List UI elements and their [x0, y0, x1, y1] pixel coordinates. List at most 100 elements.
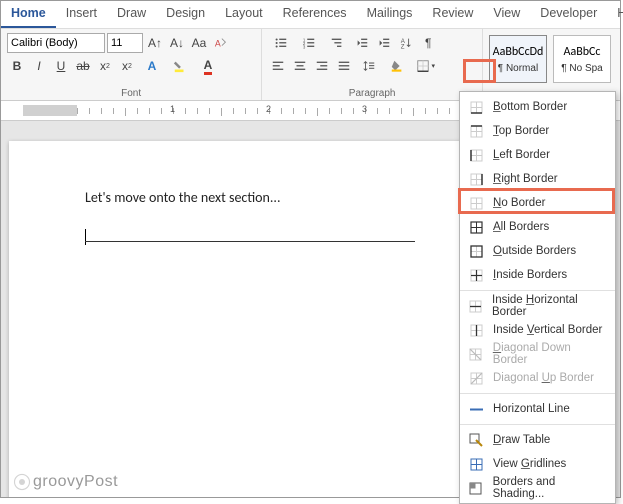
hline-icon [468, 401, 484, 417]
border-menu-label: Borders and Shading... [493, 476, 607, 500]
paragraph-group-label: Paragraph [268, 87, 476, 100]
grid-icon [468, 456, 484, 472]
border-menu-left[interactable]: Left Border [460, 143, 615, 167]
align-right-icon[interactable] [312, 56, 332, 76]
borders-button[interactable]: ▾ [412, 56, 438, 76]
left-icon [468, 147, 484, 163]
clear-format-icon[interactable]: A [211, 33, 231, 53]
change-case-icon[interactable]: Aa [189, 33, 209, 53]
watermark: groovyPost [13, 473, 118, 491]
line-spacing-icon[interactable] [356, 56, 382, 76]
numbering-icon[interactable]: 123 [296, 33, 322, 53]
border-menu-inside[interactable]: Inside Borders [460, 263, 615, 287]
diag-down-icon [468, 346, 484, 362]
style-nospa[interactable]: AaBbCc¶ No Spa [553, 35, 611, 83]
border-menu-draw[interactable]: Draw Table [460, 428, 615, 452]
border-menu-top[interactable]: Top Border [460, 119, 615, 143]
highlight-icon[interactable] [167, 56, 193, 76]
app-window: HomeInsertDrawDesignLayoutReferencesMail… [0, 0, 621, 498]
shading-icon[interactable] [384, 56, 410, 76]
font-name-select[interactable] [7, 33, 105, 53]
border-menu-bottom[interactable]: Bottom Border [460, 95, 615, 119]
show-marks-icon[interactable]: ¶ [418, 33, 438, 53]
underline-icon[interactable]: U [51, 56, 71, 76]
ruler-mark: 3 [362, 104, 367, 114]
font-size-select[interactable] [107, 33, 143, 53]
tab-draw[interactable]: Draw [107, 1, 156, 28]
border-menu-label: Inside Horizontal Border [492, 294, 607, 318]
border-menu-label: Bottom Border [493, 101, 567, 113]
tab-review[interactable]: Review [422, 1, 483, 28]
font-color-icon[interactable]: A [195, 56, 221, 76]
svg-text:Z: Z [401, 43, 405, 50]
top-icon [468, 123, 484, 139]
bullets-icon[interactable] [268, 33, 294, 53]
tab-help[interactable]: Help [607, 1, 623, 28]
border-menu-label: Left Border [493, 149, 550, 161]
outside-icon [468, 243, 484, 259]
border-menu-label: Inside Vertical Border [493, 324, 602, 336]
decrease-font-icon[interactable]: A↓ [167, 33, 187, 53]
style-normal[interactable]: AaBbCcDd¶ Normal [489, 35, 547, 83]
tab-developer[interactable]: Developer [530, 1, 607, 28]
border-menu-label: Draw Table [493, 434, 550, 446]
border-menu-inside-h[interactable]: Inside Horizontal Border [460, 294, 615, 318]
border-menu-gridlines[interactable]: View Gridlines [460, 452, 615, 476]
tab-view[interactable]: View [483, 1, 530, 28]
document-text: Let's move onto the next section... [85, 189, 280, 206]
superscript-icon[interactable]: x2 [117, 56, 137, 76]
decrease-indent-icon[interactable] [352, 33, 372, 53]
inside-icon [468, 267, 484, 283]
inside-h-icon [468, 298, 483, 314]
subscript-icon[interactable]: x2 [95, 56, 115, 76]
align-center-icon[interactable] [290, 56, 310, 76]
horizontal-line [85, 241, 415, 242]
bottom-icon [468, 99, 484, 115]
text-effects-icon[interactable]: A [139, 56, 165, 76]
font-group: A↑ A↓ Aa A B I U ab x2 x2 A A Font [1, 29, 262, 100]
border-menu-label: Top Border [493, 125, 549, 137]
border-menu-label: Inside Borders [493, 269, 567, 281]
border-menu-label: No Border [493, 197, 545, 209]
styles-group: AaBbCcDd¶ NormalAaBbCc¶ No Spa [483, 29, 620, 100]
border-menu-none[interactable]: No Border [460, 191, 615, 215]
ruler-mark: 1 [170, 104, 175, 114]
svg-text:A: A [215, 39, 221, 49]
tab-home[interactable]: Home [1, 1, 56, 28]
none-icon [468, 195, 484, 211]
border-menu-inside-v[interactable]: Inside Vertical Border [460, 318, 615, 342]
tab-design[interactable]: Design [156, 1, 215, 28]
font-group-label: Font [7, 87, 255, 100]
borders-dropdown: Bottom Border Top Border Left Border Right … [459, 91, 616, 504]
sort-icon[interactable]: AZ [396, 33, 416, 53]
border-menu-label: Diagonal Down Border [493, 342, 607, 366]
increase-indent-icon[interactable] [374, 33, 394, 53]
italic-icon[interactable]: I [29, 56, 49, 76]
strike-icon[interactable]: ab [73, 56, 93, 76]
border-menu-outside[interactable]: Outside Borders [460, 239, 615, 263]
tab-insert[interactable]: Insert [56, 1, 107, 28]
all-icon [468, 219, 484, 235]
right-icon [468, 171, 484, 187]
border-menu-right[interactable]: Right Border [460, 167, 615, 191]
draw-icon [468, 432, 484, 448]
paragraph-group: 123 AZ ¶ ▾ Paragraph [262, 29, 483, 100]
border-menu-label: View Gridlines [493, 458, 566, 470]
diag-up-icon [468, 370, 484, 386]
inside-v-icon [468, 322, 484, 338]
border-menu-hline[interactable]: Horizontal Line [460, 397, 615, 421]
increase-font-icon[interactable]: A↑ [145, 33, 165, 53]
tab-mailings[interactable]: Mailings [357, 1, 423, 28]
align-left-icon[interactable] [268, 56, 288, 76]
border-menu-all[interactable]: All Borders [460, 215, 615, 239]
border-menu-label: Horizontal Line [493, 403, 570, 415]
bold-icon[interactable]: B [7, 56, 27, 76]
justify-icon[interactable] [334, 56, 354, 76]
tab-layout[interactable]: Layout [215, 1, 273, 28]
tab-references[interactable]: References [273, 1, 357, 28]
border-menu-shading[interactable]: Borders and Shading... [460, 476, 615, 500]
ruler-mark: 2 [266, 104, 271, 114]
border-menu-label: All Borders [493, 221, 549, 233]
svg-text:3: 3 [303, 44, 306, 49]
multilevel-icon[interactable] [324, 33, 350, 53]
